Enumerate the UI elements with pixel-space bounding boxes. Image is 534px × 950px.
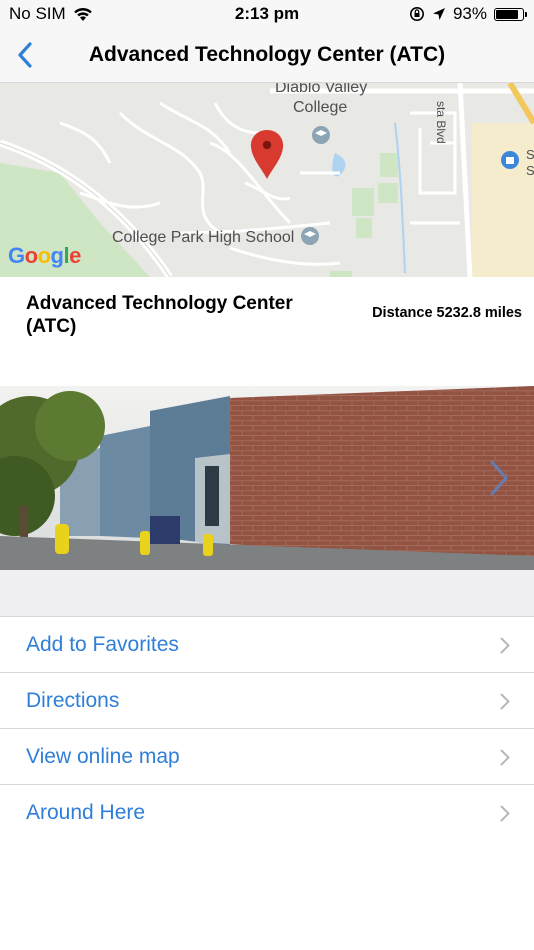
map-label-college-park: College Park High School xyxy=(112,229,295,246)
distance-label: Distance 5232.8 miles xyxy=(372,305,522,321)
section-spacer xyxy=(0,570,534,616)
chevron-right-icon xyxy=(500,637,510,654)
battery-percent: 93% xyxy=(452,4,487,23)
directions-row[interactable]: Directions xyxy=(0,672,534,728)
status-right: 93% xyxy=(409,4,527,24)
place-photo[interactable] xyxy=(0,386,534,570)
chevron-right-icon xyxy=(500,749,510,766)
add-to-favorites-row[interactable]: Add to Favorites xyxy=(0,616,534,672)
action-label: Directions xyxy=(26,689,120,712)
map-view[interactable]: Diablo Valley College College Park High … xyxy=(0,83,534,277)
building-photo xyxy=(0,386,534,570)
status-bar: No SIM 2:13 pm 93% xyxy=(0,0,534,28)
around-here-row[interactable]: Around Here xyxy=(0,784,534,840)
view-online-map-row[interactable]: View online map xyxy=(0,728,534,784)
map-label-s2: S xyxy=(526,163,534,178)
map-label-college: College xyxy=(293,99,348,116)
map-label-diablo-valley: Diablo Valley xyxy=(275,83,368,96)
location-arrow-icon xyxy=(432,8,445,20)
map-label-street: sta Blvd xyxy=(434,101,448,144)
place-title: Advanced Technology Center (ATC) xyxy=(26,293,293,337)
actions-list: Add to Favorites Directions View online … xyxy=(0,616,534,840)
battery-icon xyxy=(494,7,527,21)
page-title: Advanced Technology Center (ATC) xyxy=(88,43,446,66)
chevron-right-icon xyxy=(500,805,510,822)
orientation-lock-icon xyxy=(409,7,424,21)
chevron-right-icon xyxy=(500,693,510,710)
action-label: Add to Favorites xyxy=(26,633,179,656)
action-label: View online map xyxy=(26,745,180,768)
photo-next-chevron-icon[interactable] xyxy=(486,456,512,500)
navigation-bar: Advanced Technology Center (ATC) xyxy=(0,28,534,83)
battery-level-fill xyxy=(496,9,519,19)
map-label-s1: S xyxy=(526,147,534,162)
google-logo: Google xyxy=(8,243,81,268)
action-label: Around Here xyxy=(26,801,146,824)
